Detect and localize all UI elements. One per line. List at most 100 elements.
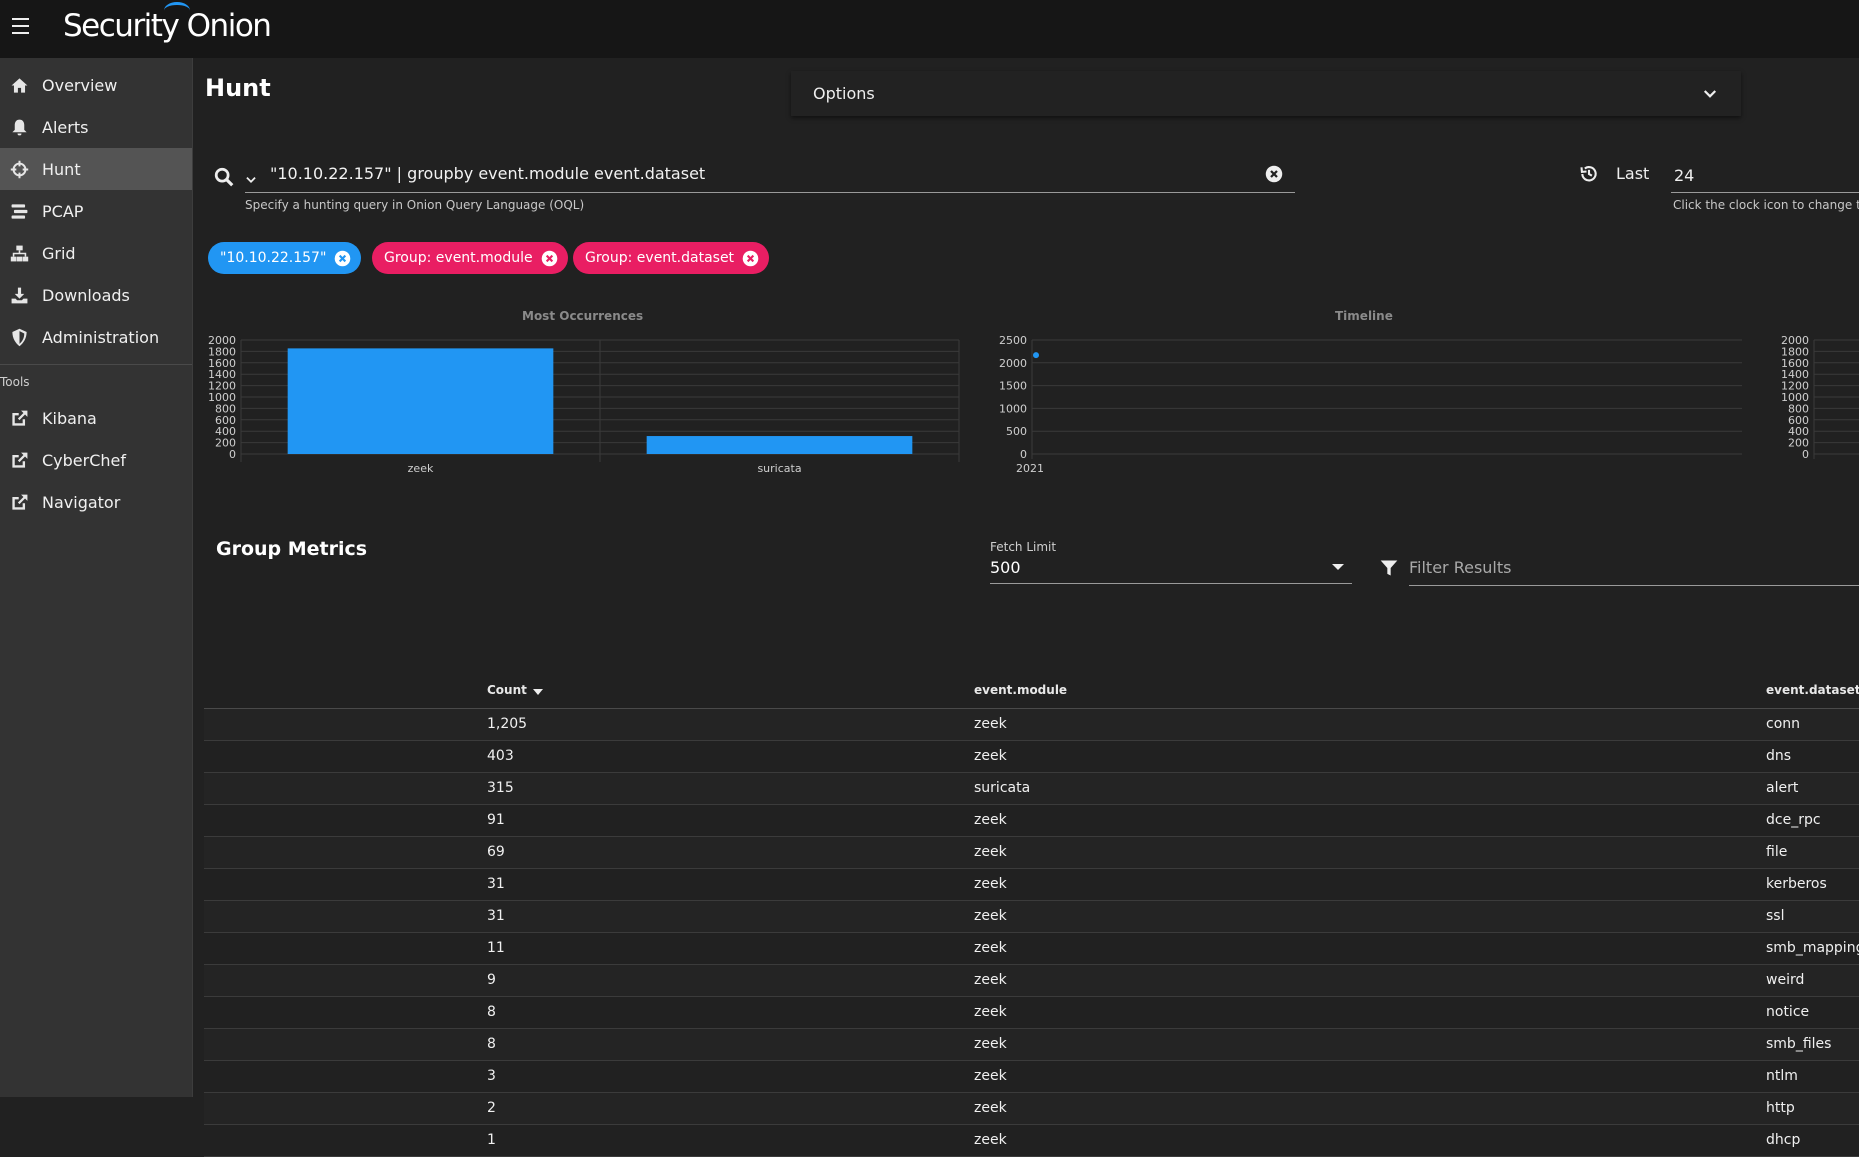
count-cell: 8 bbox=[487, 1004, 496, 1020]
dataset-cell[interactable]: alert bbox=[1766, 780, 1798, 796]
module-cell[interactable]: zeek bbox=[974, 1100, 1007, 1116]
dataset-cell[interactable]: ntlm bbox=[1766, 1068, 1798, 1084]
dataset-cell[interactable]: weird bbox=[1766, 972, 1804, 988]
dataset-cell[interactable]: kerberos bbox=[1766, 876, 1827, 892]
column-header-count[interactable]: Count bbox=[487, 683, 543, 697]
sidebar-divider bbox=[0, 364, 192, 365]
dataset-cell[interactable]: smb_mapping bbox=[1766, 940, 1859, 956]
nav-label: PCAP bbox=[42, 201, 84, 221]
table-row[interactable]: 1,205 zeek conn bbox=[204, 709, 1859, 741]
count-cell: 9 bbox=[487, 972, 496, 988]
module-cell[interactable]: zeek bbox=[974, 876, 1007, 892]
module-cell[interactable]: zeek bbox=[974, 972, 1007, 988]
y-tick-label: 0 bbox=[229, 448, 236, 461]
group-chip-dataset[interactable]: Group: event.dataset bbox=[573, 242, 770, 274]
remove-chip-icon[interactable] bbox=[541, 250, 558, 267]
dataset-cell[interactable]: smb_files bbox=[1766, 1036, 1831, 1052]
app-logo[interactable]: Security Onion bbox=[63, 2, 272, 44]
filter-icon bbox=[1380, 560, 1398, 576]
external-link-icon bbox=[9, 450, 29, 470]
search-icon[interactable] bbox=[213, 166, 235, 188]
module-cell[interactable]: zeek bbox=[974, 1004, 1007, 1020]
dataset-cell[interactable]: conn bbox=[1766, 716, 1800, 732]
module-cell[interactable]: zeek bbox=[974, 1036, 1007, 1052]
y-tick-label: 500 bbox=[1006, 425, 1027, 438]
dataset-cell[interactable]: http bbox=[1766, 1100, 1795, 1116]
table-body: 1,205 zeek conn 403 zeek dns 315 suricata alert 9… bbox=[204, 709, 1859, 1157]
nav-label: Administration bbox=[42, 327, 160, 347]
filter-results-input[interactable]: Filter Results bbox=[1409, 555, 1859, 586]
module-cell[interactable]: suricata bbox=[974, 780, 1030, 796]
count-cell: 1,205 bbox=[487, 716, 528, 732]
tools-item-kibana[interactable]: Kibana bbox=[0, 397, 192, 439]
sidebar-item-alerts[interactable]: Alerts bbox=[0, 106, 192, 148]
table-row[interactable]: 1 zeek dhcp bbox=[204, 1125, 1859, 1157]
module-cell[interactable]: zeek bbox=[974, 908, 1007, 924]
module-cell[interactable]: zeek bbox=[974, 940, 1007, 956]
module-cell[interactable]: zeek bbox=[974, 748, 1007, 764]
table-row[interactable]: 31 zeek kerberos bbox=[204, 869, 1859, 901]
count-cell: 31 bbox=[487, 908, 505, 924]
x-tick-label: zeek bbox=[408, 462, 434, 475]
sitemap-icon bbox=[9, 243, 29, 263]
history-clock-icon[interactable] bbox=[1579, 164, 1599, 184]
dataset-cell[interactable]: dce_rpc bbox=[1766, 812, 1821, 828]
download-icon bbox=[9, 285, 29, 305]
remove-chip-icon[interactable] bbox=[742, 250, 759, 267]
options-panel[interactable]: Options bbox=[791, 71, 1741, 116]
remove-chip-icon[interactable] bbox=[334, 250, 351, 267]
charts-area: 2000180016001400120010008006004002000zee… bbox=[208, 334, 1859, 475]
table-row[interactable]: 11 zeek smb_mapping bbox=[204, 933, 1859, 965]
module-cell[interactable]: zeek bbox=[974, 1132, 1007, 1148]
table-row[interactable]: 2 zeek http bbox=[204, 1093, 1859, 1125]
table-row[interactable]: 9 zeek weird bbox=[204, 965, 1859, 997]
clear-query-icon[interactable] bbox=[1265, 165, 1283, 183]
filter-chip-ip[interactable]: "10.10.22.157" bbox=[208, 242, 362, 274]
column-header-dataset[interactable]: event.dataset bbox=[1766, 683, 1859, 697]
dataset-cell[interactable]: file bbox=[1766, 844, 1787, 860]
menu-icon[interactable] bbox=[12, 18, 29, 39]
table-row[interactable]: 8 zeek smb_files bbox=[204, 1029, 1859, 1061]
module-cell[interactable]: zeek bbox=[974, 1068, 1007, 1084]
dataset-cell[interactable]: dns bbox=[1766, 748, 1791, 764]
table-row[interactable]: 91 zeek dce_rpc bbox=[204, 805, 1859, 837]
column-header-module[interactable]: event.module bbox=[974, 683, 1067, 697]
module-cell[interactable]: zeek bbox=[974, 844, 1007, 860]
query-input[interactable]: "10.10.22.157" | groupby event.module ev… bbox=[245, 158, 1295, 193]
stream-icon bbox=[9, 201, 29, 221]
table-row[interactable]: 8 zeek notice bbox=[204, 997, 1859, 1029]
dataset-cell[interactable]: dhcp bbox=[1766, 1132, 1800, 1148]
date-range-input[interactable]: 24 bbox=[1671, 158, 1859, 193]
bar-zeek bbox=[287, 348, 554, 454]
module-cell[interactable]: zeek bbox=[974, 716, 1007, 732]
count-cell: 8 bbox=[487, 1036, 496, 1052]
table-row[interactable]: 3 zeek ntlm bbox=[204, 1061, 1859, 1093]
sidebar-item-pcap[interactable]: PCAP bbox=[0, 190, 192, 232]
chart-title-timeline: Timeline bbox=[1335, 309, 1393, 323]
sidebar-item-downloads[interactable]: Downloads bbox=[0, 274, 192, 316]
table-row[interactable]: 69 zeek file bbox=[204, 837, 1859, 869]
count-cell: 403 bbox=[487, 748, 514, 764]
tools-item-navigator[interactable]: Navigator bbox=[0, 481, 192, 523]
table-row[interactable]: 315 suricata alert bbox=[204, 773, 1859, 805]
options-label: Options bbox=[813, 84, 875, 103]
sidebar-item-grid[interactable]: Grid bbox=[0, 232, 192, 274]
external-link-icon bbox=[9, 492, 29, 512]
dataset-cell[interactable]: notice bbox=[1766, 1004, 1809, 1020]
table-row[interactable]: 31 zeek ssl bbox=[204, 901, 1859, 933]
fetch-limit-select[interactable]: Fetch Limit 500 bbox=[990, 540, 1352, 584]
dataset-cell[interactable]: ssl bbox=[1766, 908, 1784, 924]
sidebar-item-hunt[interactable]: Hunt bbox=[0, 148, 192, 190]
timeline-point bbox=[1033, 352, 1039, 359]
table-row[interactable]: 403 zeek dns bbox=[204, 741, 1859, 773]
group-chip-module[interactable]: Group: event.module bbox=[372, 242, 568, 274]
chart-title-occurrences: Most Occurrences bbox=[522, 309, 644, 323]
x-tick-label: suricata bbox=[757, 462, 801, 475]
y-tick-label: 2000 bbox=[999, 357, 1027, 370]
module-cell[interactable]: zeek bbox=[974, 812, 1007, 828]
sidebar-item-overview[interactable]: Overview bbox=[0, 64, 192, 106]
tools-item-cyberchef[interactable]: CyberChef bbox=[0, 439, 192, 481]
count-cell: 11 bbox=[487, 940, 505, 956]
home-icon bbox=[9, 75, 29, 95]
sidebar-item-administration[interactable]: Administration bbox=[0, 316, 192, 358]
